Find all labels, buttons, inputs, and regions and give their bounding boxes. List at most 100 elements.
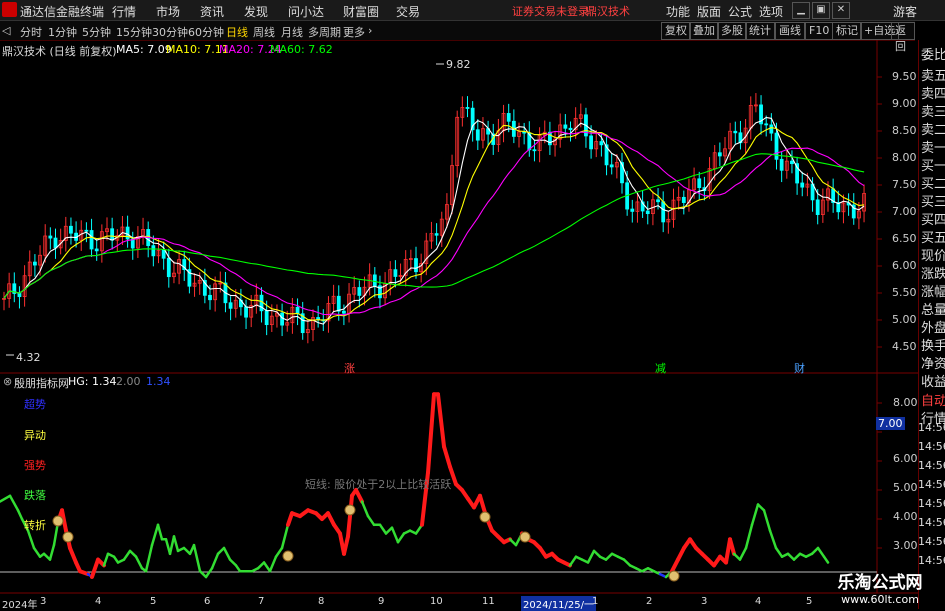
event-marker-reduce[interactable]: 减: [655, 360, 666, 376]
indicator-segment: [436, 392, 446, 449]
indicator-segment: [32, 546, 42, 558]
indicator-segment: [122, 549, 132, 561]
candle-body: [161, 249, 166, 259]
indicator-segment: [390, 526, 400, 544]
side-item-earnings[interactable]: 收益: [921, 371, 945, 390]
side-item-sell5[interactable]: 卖五: [921, 65, 945, 84]
time-column: 14:56 14:56 14:56 14:56 14:56 14:56 14:5…: [918, 418, 945, 568]
chart-canvas[interactable]: [0, 0, 918, 609]
x-tick: 8: [318, 596, 325, 607]
side-item-sell2[interactable]: 卖二: [921, 119, 945, 138]
x-tick: 3: [40, 596, 47, 607]
event-marker-rise[interactable]: 涨: [344, 360, 355, 376]
indicator-segment: [274, 546, 284, 558]
candle-body: [661, 201, 666, 223]
side-item-price[interactable]: 现价: [921, 245, 945, 264]
indicator-segment: [204, 567, 214, 579]
side-item-sell1[interactable]: 卖一: [921, 137, 945, 156]
candle-body: [357, 287, 362, 296]
x-tick: 4: [755, 596, 762, 607]
candle-body: [244, 306, 248, 318]
indicator-segment: [168, 535, 176, 556]
indicator-segment: [228, 558, 238, 567]
current-value-badge: 7.00: [876, 417, 905, 430]
candle-body: [656, 199, 660, 203]
indicator-segment: [222, 546, 232, 561]
indicator-segment: [442, 444, 452, 469]
candle-body: [697, 178, 702, 189]
indicator-segment: [210, 552, 220, 570]
indicator-segment: [568, 555, 578, 567]
event-marker-finance[interactable]: 财: [794, 360, 805, 376]
indicator-settings-icon[interactable]: ⊗: [3, 375, 12, 388]
indicator-value-3: 1.34: [146, 375, 171, 388]
y-tick: 5.50: [892, 286, 917, 299]
y-tick: 5.00: [892, 313, 917, 326]
ind-y-tick: 5.00: [893, 481, 918, 494]
candle-body: [815, 199, 820, 215]
side-item-auto[interactable]: 自动: [921, 390, 945, 409]
side-item-buy3[interactable]: 买三: [921, 191, 945, 210]
candle-body: [630, 208, 635, 212]
side-item-buy1[interactable]: 买一: [921, 155, 945, 174]
time-cell: 14:56: [918, 516, 945, 529]
x-tick: 5: [150, 596, 157, 607]
candle-body: [506, 113, 511, 122]
label-fall: 跌落: [24, 489, 46, 502]
side-item-sell4[interactable]: 卖四: [921, 83, 945, 102]
side-item-volume[interactable]: 总量: [921, 299, 945, 318]
coin-marker-icon: [52, 515, 64, 527]
side-item-weibi[interactable]: 委比: [921, 44, 945, 63]
coin-marker-icon: [668, 570, 680, 582]
side-item-change[interactable]: 涨跌: [921, 263, 945, 282]
time-cell: 14:56: [918, 535, 945, 548]
indicator-segment: [16, 509, 24, 521]
side-item-buy5[interactable]: 买五: [921, 227, 945, 246]
candle-body: [341, 310, 346, 314]
indicator-segment: [48, 543, 56, 561]
y-tick: 7.00: [892, 205, 917, 218]
candle-body: [733, 130, 738, 134]
candle-body: [800, 182, 805, 188]
indicator-title: 殷朋指标网: [14, 377, 69, 390]
candle-body: [681, 196, 686, 203]
indicator-segment: [144, 543, 154, 573]
time-cell: 14:56: [918, 497, 945, 510]
y-tick: 7.50: [892, 178, 917, 191]
side-item-turnover[interactable]: 换手: [921, 335, 945, 354]
candle-body: [609, 164, 614, 168]
main-chart-title: 鼎汉技术 (日线 前复权): [2, 45, 117, 58]
ind-y-tick: 8.00: [893, 396, 918, 409]
indicator-segment: [8, 494, 20, 512]
indicator-segment: [768, 529, 778, 550]
indicator-segment: [90, 557, 100, 579]
time-cell: 14:56: [918, 478, 945, 491]
side-item-outer[interactable]: 外盘: [921, 317, 945, 336]
side-item-buy2[interactable]: 买二: [921, 173, 945, 192]
indicator-segment: [0, 494, 12, 503]
high-price-label: 9.82: [446, 58, 471, 71]
indicator-segment: [396, 532, 406, 544]
side-item-net-assets[interactable]: 净资: [921, 353, 945, 372]
indicator-segment: [816, 546, 826, 558]
side-item-buy4[interactable]: 买四: [921, 209, 945, 228]
indicator-segment: [822, 555, 830, 564]
indicator-segment: [150, 523, 160, 547]
indicator-segment: [586, 549, 596, 564]
side-item-sell3[interactable]: 卖三: [921, 101, 945, 120]
x-tick: 5: [806, 596, 813, 607]
side-item-change-pct[interactable]: 涨幅: [921, 281, 945, 300]
ma5-line: [3, 116, 865, 325]
label-turn: 转折: [24, 519, 46, 532]
candle-body: [166, 257, 171, 278]
candle-body: [33, 261, 37, 266]
x-tick: 3: [701, 596, 708, 607]
candle-body: [48, 235, 53, 239]
candle-body: [264, 310, 269, 326]
candle-body: [17, 293, 22, 298]
candle-body: [110, 228, 115, 241]
y-tick: 8.50: [892, 124, 917, 137]
x-tick: 6: [204, 596, 211, 607]
candlesticks: [2, 93, 866, 344]
candle-body: [568, 127, 573, 131]
